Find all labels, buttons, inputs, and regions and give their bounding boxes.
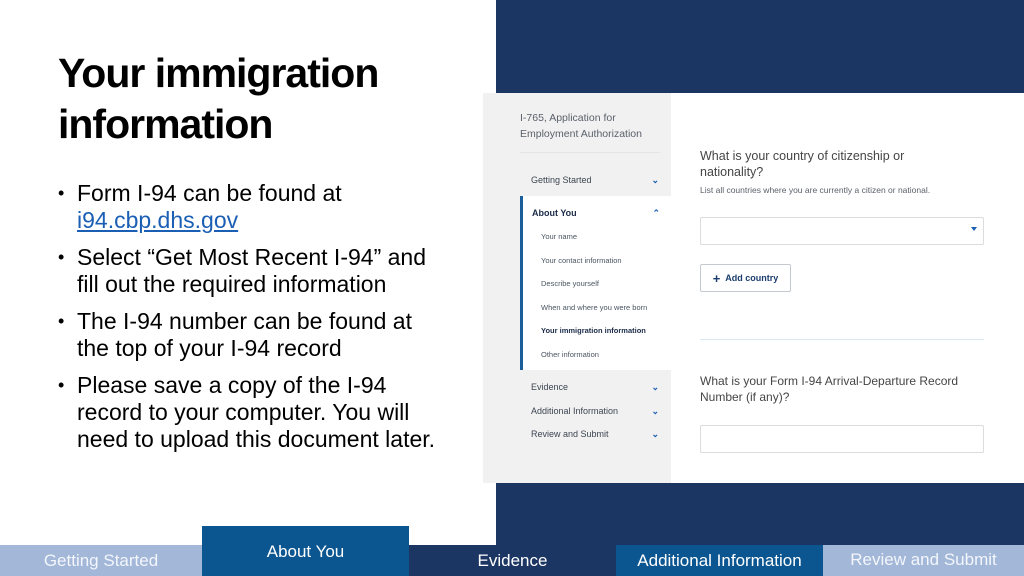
sidebar-item-other-information[interactable]: Other information [541,350,599,359]
sidebar-section-additional-information[interactable]: Additional Information ⌄ [520,400,670,422]
sidebar-section-evidence[interactable]: Evidence ⌄ [520,376,670,398]
sidebar-item-birth[interactable]: When and where you were born [541,303,647,312]
sidebar-section-label: Review and Submit [531,429,609,439]
progress-tab-evidence[interactable]: Evidence [409,545,616,576]
form-app-title: I-765, Application for Employment Author… [520,112,642,140]
citizenship-question: What is your country of citizenship or n… [700,149,905,179]
bullet-dot: • [58,311,65,331]
sidebar-section-about-you: About You ⌃ Your name Your contact infor… [520,196,671,370]
bullet-text: Please save a copy of the I-94 record to… [77,372,436,452]
bullet-item: • The I-94 number can be found at the to… [56,308,436,362]
sidebar-section-about-you-header[interactable]: About You ⌃ [523,204,671,222]
chevron-down-icon: ⌄ [651,405,659,416]
form-sidebar: I-765, Application for Employment Author… [483,93,671,483]
progress-tab-getting-started[interactable]: Getting Started [0,545,202,576]
progress-tab-about-you[interactable]: About You [202,526,409,576]
sidebar-section-getting-started[interactable]: Getting Started ⌄ [520,169,670,191]
progress-tab-review-and-submit[interactable]: Review and Submit [823,545,1024,576]
sidebar-section-review-and-submit[interactable]: Review and Submit ⌄ [520,423,670,445]
chevron-down-icon: ⌄ [651,428,659,439]
bullet-item: • Please save a copy of the I-94 record … [56,372,436,453]
sidebar-item-contact-information[interactable]: Your contact information [541,256,622,265]
i94-number-input[interactable] [700,425,984,453]
citizenship-hint: List all countries where you are current… [700,185,931,195]
i94-link[interactable]: i94.cbp.dhs.gov [77,207,238,233]
sidebar-item-immigration-information[interactable]: Your immigration information [541,326,646,335]
slide-title: Your immigration information [58,50,379,147]
sidebar-item-describe-yourself[interactable]: Describe yourself [541,279,599,288]
i94-question: What is your Form I-94 Arrival-Departure… [700,374,959,404]
caret-down-icon [971,227,977,231]
bullet-dot: • [58,375,65,395]
add-country-label: Add country [725,273,779,283]
chevron-up-icon: ⌃ [652,207,660,218]
bullet-list: • Form I-94 can be found at i94.cbp.dhs.… [56,180,436,463]
embedded-form-screenshot: I-765, Application for Employment Author… [483,93,1024,483]
bullet-dot: • [58,247,65,267]
progress-tab-additional-information[interactable]: Additional Information [616,545,823,576]
country-select[interactable] [700,217,984,245]
bullet-dot: • [58,183,65,203]
bullet-text: The I-94 number can be found at the top … [77,308,412,361]
add-country-button[interactable]: + Add country [700,264,791,292]
sidebar-section-label: Additional Information [531,406,619,416]
sidebar-section-label: About You [532,208,577,218]
bullet-item: • Select “Get Most Recent I-94” and fill… [56,244,436,298]
sidebar-item-your-name[interactable]: Your name [541,232,577,241]
chevron-down-icon: ⌄ [651,174,659,185]
plus-icon: + [712,270,721,286]
sidebar-section-label: Getting Started [531,175,592,185]
chevron-down-icon: ⌄ [651,381,659,392]
divider [700,339,984,340]
divider [520,152,660,153]
bullet-item: • Form I-94 can be found at i94.cbp.dhs.… [56,180,436,234]
bullet-text: Form I-94 can be found at [77,180,342,206]
bullet-text: Select “Get Most Recent I-94” and fill o… [77,244,426,297]
sidebar-section-label: Evidence [531,382,569,392]
